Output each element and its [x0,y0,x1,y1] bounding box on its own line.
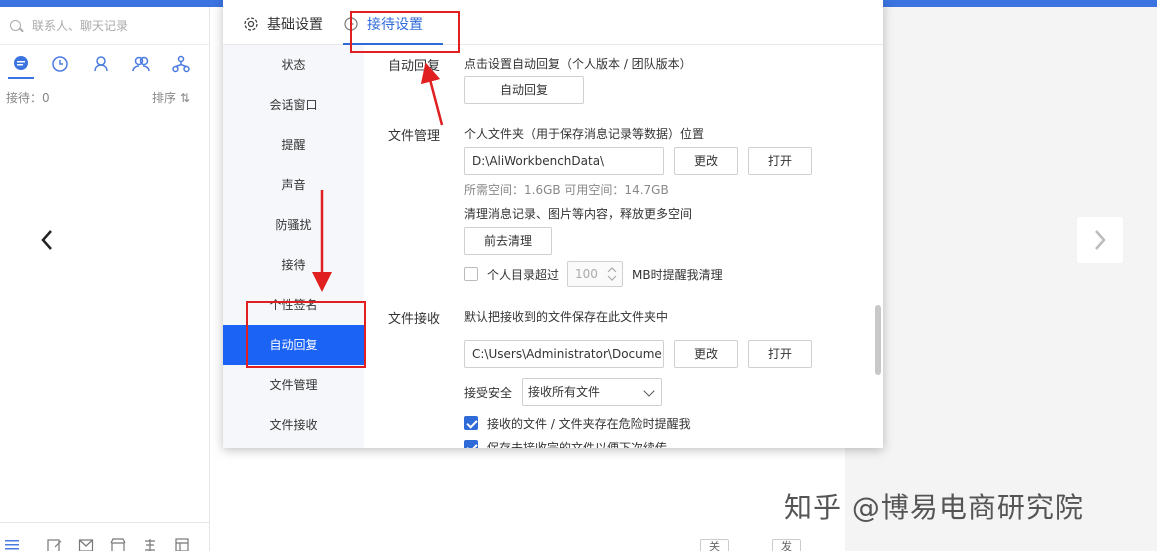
search-icon [10,20,21,31]
chevron-right-icon [1095,230,1106,250]
edit-icon[interactable] [46,537,62,551]
file-management-label: 文件管理 [388,129,441,144]
clock-icon[interactable] [51,55,69,73]
receive-security-select[interactable]: 接收所有文件 [522,378,662,406]
danger-warn-checkbox[interactable] [464,416,478,430]
close-chat-button[interactable]: 关闭 [700,539,729,551]
resume-transfer-label: 保存未接收完的文件以便下次续传 [487,441,668,448]
go-clean-button[interactable]: 前去清理 [464,227,552,255]
menu-item-status[interactable]: 状态 [223,45,364,85]
next-arrow-button[interactable] [1077,217,1123,263]
shop-icon[interactable] [110,537,126,551]
folder-limit-suffix: MB时提醒我清理 [632,268,723,282]
menu-item-sound[interactable]: 声音 [223,165,364,205]
menu-item-file-receive[interactable]: 文件接收 [223,405,364,445]
tab-basic-settings[interactable]: 基础设置 [243,14,323,34]
nav-active-underline [8,77,34,79]
receive-security-value: 接收所有文件 [528,385,601,399]
window-icon[interactable] [174,537,190,551]
contacts-panel: 接待：0 排序 ⇅ [0,7,210,551]
menu-item-reminder[interactable]: 提醒 [223,125,364,165]
sort-button[interactable]: 排序 ⇅ [152,89,190,106]
chevron-down-icon [643,385,655,397]
prev-arrow-button[interactable] [24,217,70,263]
menu-icon[interactable] [4,537,20,551]
menu-item-anti-harassment[interactable]: 防骚扰 [223,205,364,245]
settings-dialog: 基础设置 接待设置 状态 会话窗口 提醒 声音 防骚扰 接待 个性签名 自动回复… [223,0,883,448]
list-header: 接待：0 排序 ⇅ [0,87,210,105]
gear-icon [244,17,258,31]
menu-item-reception[interactable]: 接待 [223,245,364,285]
sell-icon[interactable] [142,537,158,551]
send-button[interactable]: 发送 ▾ [772,539,801,551]
watermark: 知乎 @博易电商研究院 [784,491,1084,524]
annotation-box-auto-reply-menu [246,301,366,368]
resume-transfer-checkbox[interactable] [464,440,478,448]
open-receive-folder-button[interactable]: 打开 [748,340,812,368]
auto-reply-desc: 点击设置自动回复（个人版本 / 团队版本） [464,57,692,71]
search-input[interactable] [32,16,202,36]
mail-icon[interactable] [78,537,94,551]
tab-label: 基础设置 [267,17,323,33]
file-receive-label: 文件接收 [388,312,441,327]
group-icon[interactable] [132,55,150,73]
annotation-box-reception-tab [350,11,460,53]
receive-security-label: 接受安全 [464,386,513,400]
receive-folder-path-field[interactable]: C:\Users\Administrator\Documents [464,340,664,368]
personal-folder-path-field[interactable]: D:\AliWorkbenchData\ [464,147,664,175]
menu-item-chat-window[interactable]: 会话窗口 [223,85,364,125]
nav-tabs [0,47,210,81]
file-receive-desc: 默认把接收到的文件保存在此文件夹中 [464,310,669,324]
space-info: 所需空间：1.6GB 可用空间：14.7GB [464,183,669,197]
open-folder-button[interactable]: 打开 [748,147,812,175]
content-scrollbar[interactable] [875,305,881,375]
dialog-tabs: 基础设置 接待设置 [223,0,883,45]
change-folder-button[interactable]: 更改 [674,147,738,175]
bottom-toolbar [0,522,210,551]
folder-limit-checkbox[interactable] [464,267,478,281]
folder-limit-value: 100 [575,267,598,281]
organization-icon[interactable] [172,55,190,73]
change-receive-folder-button[interactable]: 更改 [674,340,738,368]
menu-item-file-management[interactable]: 文件管理 [223,365,364,405]
settings-menu: 状态 会话窗口 提醒 声音 防骚扰 接待 个性签名 自动回复 文件管理 文件接收 [223,45,364,448]
auto-reply-label: 自动回复 [388,59,441,74]
search-row [0,7,210,45]
folder-limit-stepper[interactable]: 100 [567,261,623,287]
chat-bubble-icon[interactable] [12,55,30,73]
danger-warn-label: 接收的文件 / 文件夹存在危险时提醒我 [487,417,691,431]
stepper-arrows-icon [607,267,617,281]
folder-limit-prefix: 个人目录超过 [487,268,560,282]
settings-content: 自动回复 点击设置自动回复（个人版本 / 团队版本） 自动回复 文件管理 个人文… [364,45,883,448]
contact-icon[interactable] [92,55,110,73]
clean-desc: 清理消息记录、图片等内容，释放更多空间 [464,207,693,221]
file-management-desc: 个人文件夹（用于保存消息记录等数据）位置 [464,127,705,141]
chevron-left-icon [41,230,52,250]
reception-count: 接待：0 [6,91,50,105]
right-panel [845,7,1157,551]
auto-reply-button[interactable]: 自动回复 [464,76,584,104]
